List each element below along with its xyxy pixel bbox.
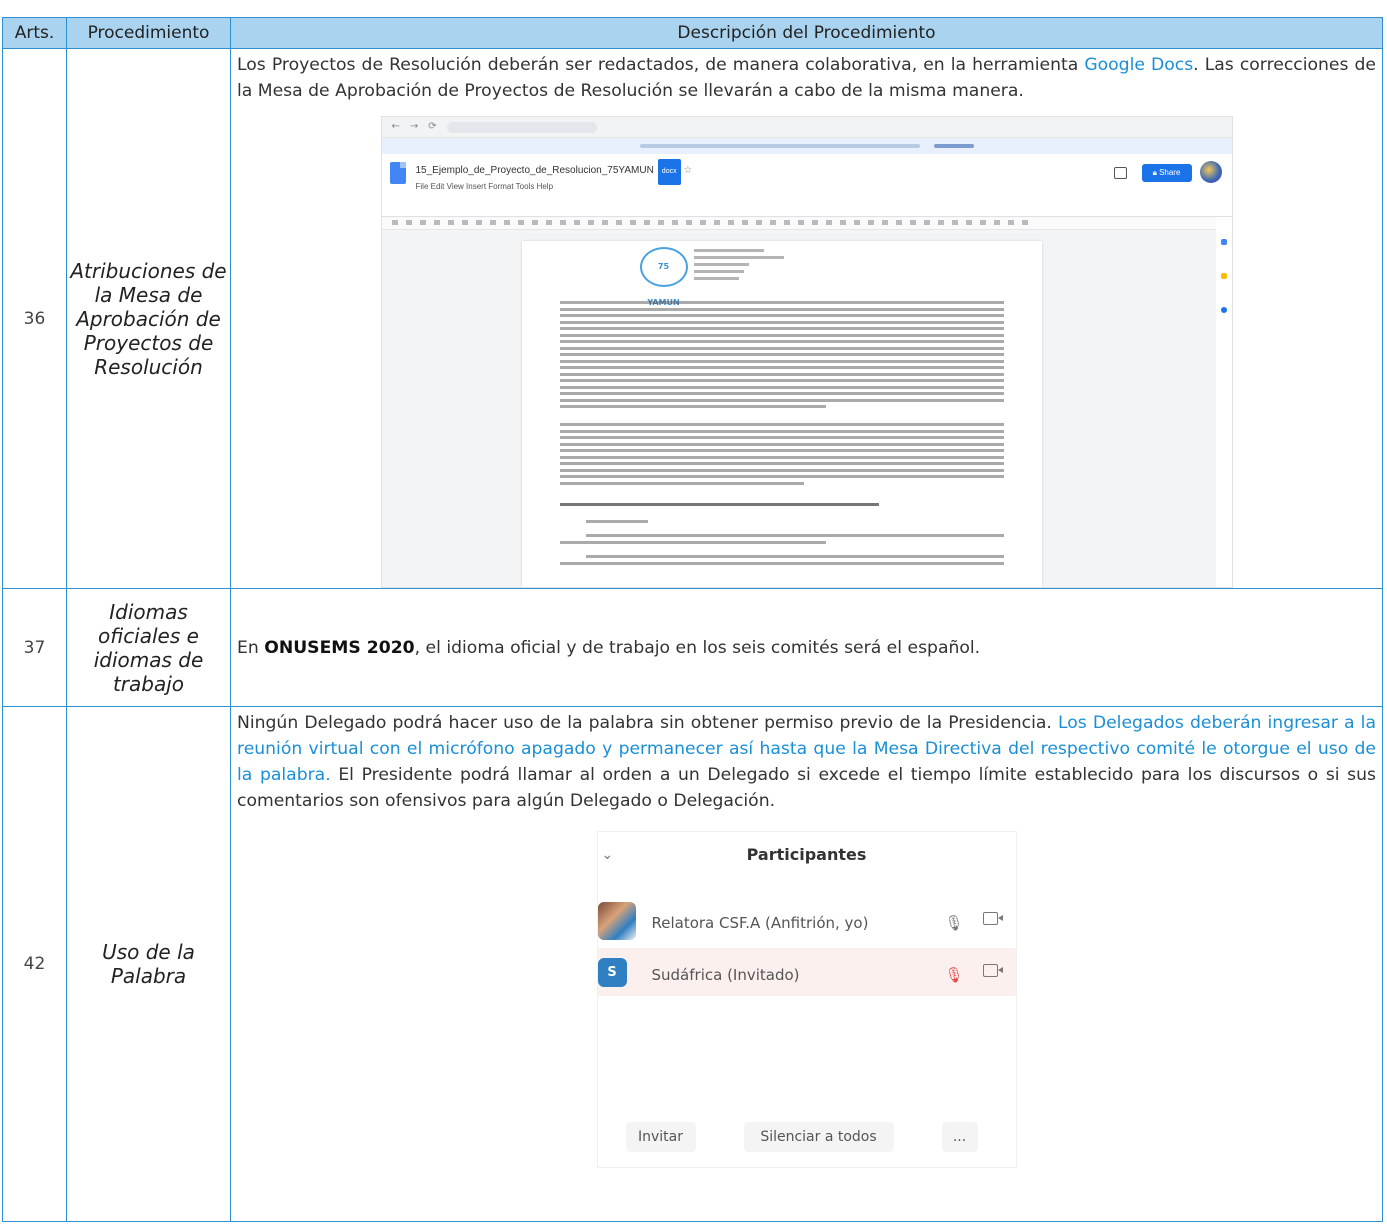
docs-header: 15_Ejemplo_de_Proyecto_de_Resolucion_75Y… bbox=[381, 154, 1232, 198]
google-docs-screenshot: ← → ⟳ 15_Ejemplo_de_Proyecto_de_Resoluci… bbox=[380, 116, 1233, 588]
participant-row: Relatora CSF.A (Anfitrión, yo) 🎙︎ bbox=[597, 896, 1016, 944]
header-descripcion: Descripción del Procedimiento bbox=[230, 17, 1383, 49]
doc-badge: docx bbox=[657, 159, 681, 185]
avatar: S bbox=[597, 958, 627, 987]
reload-icon: ⟳ bbox=[428, 121, 437, 132]
article-number: 37 bbox=[2, 588, 67, 707]
procedure-description: En ONUSEMS 2020, el idioma oficial y de … bbox=[230, 588, 1383, 707]
participant-row: S Sudáfrica (Invitado) 🎙︎ bbox=[597, 948, 1016, 996]
notice-banner bbox=[381, 138, 1232, 154]
article-number: 42 bbox=[2, 706, 67, 1222]
share-label: Share bbox=[1159, 168, 1181, 177]
more-button: ... bbox=[941, 1122, 978, 1152]
star-icon: ☆ bbox=[683, 165, 693, 176]
table-row: 37 Idiomas oficiales e idiomas de trabaj… bbox=[2, 588, 1383, 707]
doc-paragraph-cosponsors bbox=[559, 423, 1004, 488]
browser-url-bar: ← → ⟳ bbox=[381, 117, 1232, 138]
yamun-logo: 75 YAMUN bbox=[639, 247, 688, 307]
comment-icon bbox=[1113, 167, 1127, 179]
user-avatar bbox=[1199, 161, 1222, 183]
description-text-cont: El Presidente podrá llamar al orden a un… bbox=[237, 765, 1376, 811]
microphone-icon: 🎙︎ bbox=[944, 914, 964, 932]
zoom-participants-panel: ⌄ Participantes Relatora CSF.A (Anfitrió… bbox=[597, 832, 1016, 1167]
participant-name: Sudáfrica (Invitado) bbox=[651, 966, 800, 984]
procedure-name-text: Idiomas oficiales e idiomas de trabajo bbox=[93, 599, 204, 696]
procedure-name: Atribuciones de la Mesa de Aprobación de… bbox=[66, 48, 231, 589]
back-icon: ← bbox=[391, 121, 400, 132]
doc-paragraph-sponsors bbox=[559, 301, 1004, 412]
header-procedimiento: Procedimiento bbox=[66, 17, 231, 49]
table-row: 36 Atribuciones de la Mesa de Aprobación… bbox=[2, 48, 1383, 589]
procedure-name-text: Atribuciones de la Mesa de Aprobación de… bbox=[70, 258, 227, 379]
description-text: Ningún Delegado podrá hacer uso de la pa… bbox=[237, 713, 1052, 733]
procedure-description: Los Proyectos de Resolución deberán ser … bbox=[230, 48, 1383, 589]
url-field bbox=[446, 121, 597, 133]
procedure-description: Ningún Delegado podrá hacer uso de la pa… bbox=[230, 706, 1383, 1222]
docs-logo-icon bbox=[389, 162, 406, 184]
doc-header-lines bbox=[693, 249, 784, 284]
share-button: 🔒︎ Share bbox=[1141, 164, 1192, 182]
docs-menu: File Edit View Insert Format Tools Help bbox=[415, 182, 554, 191]
video-camera-icon bbox=[982, 912, 1003, 925]
procedure-name: Idiomas oficiales e idiomas de trabajo bbox=[66, 588, 231, 707]
forward-icon: → bbox=[409, 121, 419, 132]
panel-title: Participantes bbox=[746, 845, 867, 864]
lock-icon: 🔒︎ bbox=[1152, 168, 1157, 177]
docs-side-panel bbox=[1215, 217, 1232, 587]
header-arts: Arts. bbox=[2, 17, 67, 49]
event-name: ONUSEMS 2020 bbox=[264, 637, 415, 658]
docs-page: 75 YAMUN bbox=[521, 241, 1042, 587]
video-camera-icon bbox=[982, 964, 1003, 977]
description-text: En bbox=[237, 637, 259, 658]
keep-icon bbox=[1220, 273, 1227, 279]
docs-toolbar bbox=[381, 198, 1232, 225]
description-text-cont: , el idioma oficial y de trabajo en los … bbox=[414, 637, 981, 658]
invite-button: Invitar bbox=[625, 1122, 696, 1152]
tasks-icon bbox=[1220, 307, 1227, 313]
participant-name: Relatora CSF.A (Anfitrión, yo) bbox=[651, 914, 869, 932]
mute-all-button: Silenciar a todos bbox=[743, 1122, 894, 1152]
table-header-row: Arts. Procedimiento Descripción del Proc… bbox=[2, 17, 1383, 49]
article-number: 36 bbox=[2, 48, 67, 589]
procedure-name: Uso de la Palabra bbox=[66, 706, 231, 1222]
microphone-muted-icon: 🎙︎ bbox=[944, 966, 964, 984]
procedures-table: Arts. Procedimiento Descripción del Proc… bbox=[2, 17, 1383, 1222]
doc-paragraph-resolution bbox=[559, 503, 1004, 568]
calendar-icon bbox=[1220, 239, 1227, 245]
procedure-name-text: Uso de la Palabra bbox=[102, 940, 195, 988]
table-row: 42 Uso de la Palabra Ningún Delegado pod… bbox=[2, 706, 1383, 1222]
avatar bbox=[597, 902, 636, 940]
description-text: Los Proyectos de Resolución deberán ser … bbox=[237, 55, 1079, 75]
google-docs-link[interactable]: Google Docs bbox=[1084, 55, 1193, 75]
